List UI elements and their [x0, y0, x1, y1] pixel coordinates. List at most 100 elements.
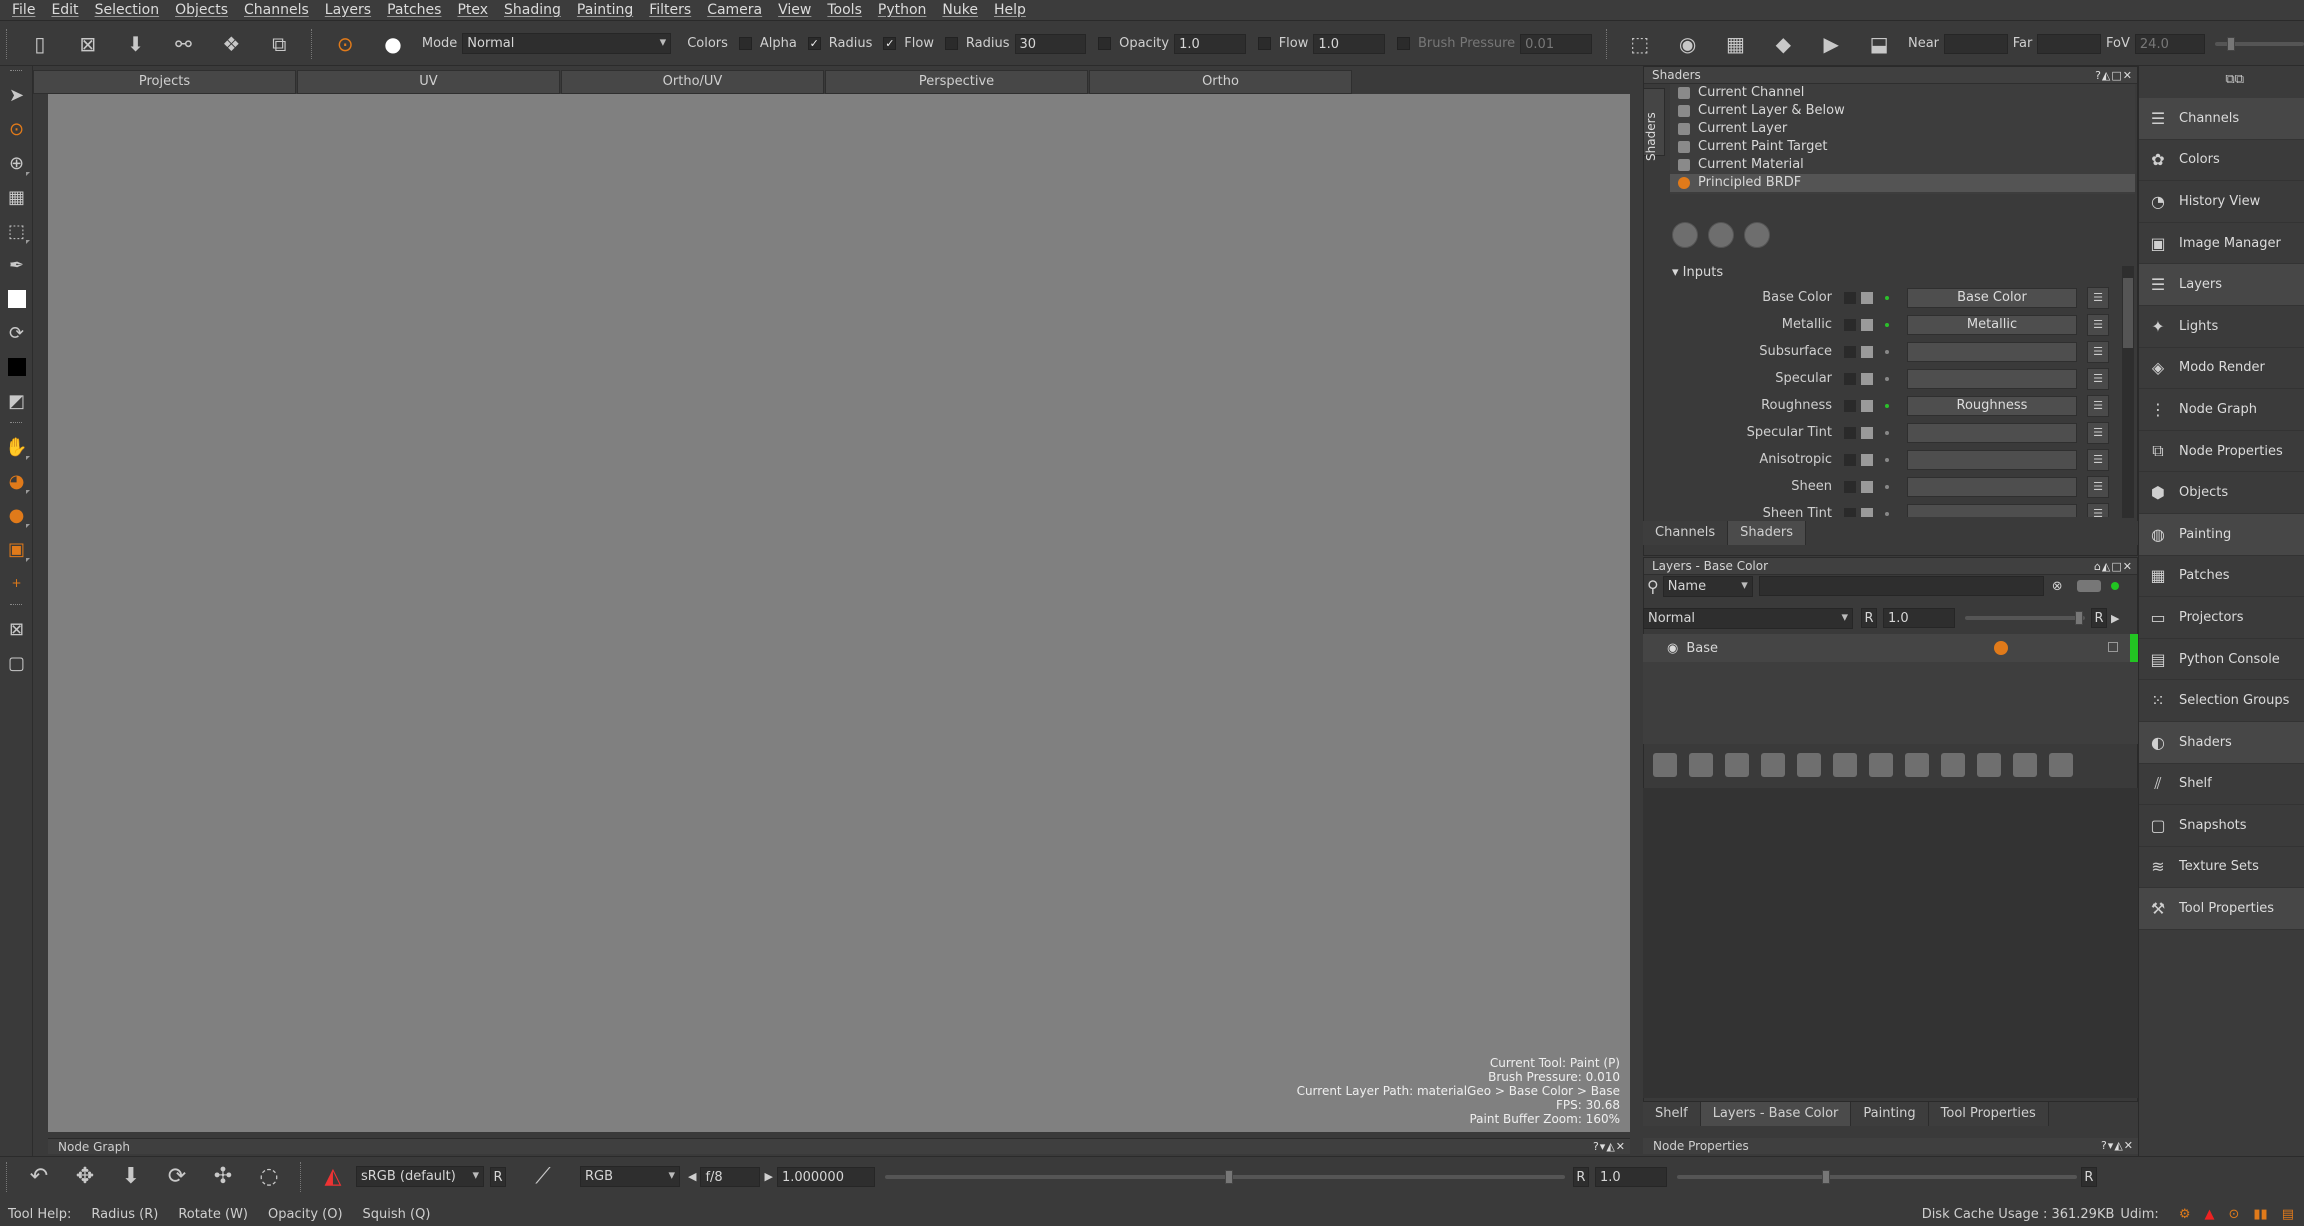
camera-icon[interactable]: ◉ — [1675, 31, 1701, 57]
shaders-panel-header[interactable]: Shaders ?◭□✕ — [1644, 67, 2137, 84]
sidebar-item-image-manager[interactable]: ▣ Image Manager — [2139, 223, 2304, 265]
mode-select[interactable]: Normal — [462, 33, 672, 54]
menu-selection[interactable]: Selection — [95, 2, 160, 18]
input-channel-field[interactable] — [1907, 503, 2077, 517]
input-channel-field[interactable]: Metallic — [1907, 314, 2077, 335]
remove-shader-icon[interactable] — [1744, 222, 1770, 248]
add-paint-layer-icon[interactable] — [1653, 753, 1677, 777]
far-input[interactable] — [2037, 33, 2102, 54]
opacity-checkbox[interactable] — [1098, 37, 1112, 50]
color-wheel-icon[interactable]: ◭ — [318, 1162, 348, 1192]
input-options-icon[interactable]: ☰ — [2087, 421, 2109, 444]
sidebar-item-selection-groups[interactable]: ⁙ Selection Groups — [2139, 680, 2304, 722]
select-tool-icon[interactable]: ➤ — [0, 78, 33, 112]
input-toggle[interactable] — [1861, 372, 1873, 385]
stats-icon[interactable]: ▮▮ — [2253, 1207, 2267, 1222]
exposure-slider[interactable] — [884, 1169, 1565, 1184]
input-toggle[interactable] — [1861, 318, 1873, 331]
flow2-checkbox[interactable] — [1257, 37, 1271, 50]
input-toggle[interactable] — [1861, 507, 1873, 517]
menu-shading[interactable]: Shading — [504, 2, 561, 18]
gamma-slider-knob[interactable] — [1821, 1169, 1830, 1184]
shader-item-current-material[interactable]: Current Material — [1670, 156, 2135, 174]
add-mask-icon[interactable] — [1797, 753, 1821, 777]
fov-slider-knob[interactable] — [2226, 36, 2235, 51]
node-properties-panel-header[interactable]: Node Properties ?▾◭✕ — [1643, 1138, 2138, 1154]
layer-opacity-knob[interactable] — [2075, 611, 2083, 625]
checker-icon[interactable]: ▦ — [1723, 31, 1749, 57]
opacity-reset-button[interactable]: R — [1861, 608, 1877, 628]
menu-view[interactable]: View — [778, 2, 811, 18]
menu-objects[interactable]: Objects — [175, 2, 228, 18]
colorspace-r-button[interactable]: R — [490, 1166, 506, 1187]
layer-r-button[interactable]: R — [2091, 608, 2107, 628]
channel-select[interactable]: RGB — [580, 1166, 680, 1187]
brush-pressure-checkbox[interactable] — [1397, 37, 1410, 50]
input-options-icon[interactable]: ☰ — [2087, 286, 2109, 309]
fov-input[interactable]: 24.0 — [2134, 33, 2205, 54]
layer-opacity-input[interactable]: 1.0 — [1883, 608, 1955, 628]
tab-ortho-uv[interactable]: Ortho/UV — [561, 70, 824, 94]
cube-icon[interactable]: ⬚ — [1627, 31, 1653, 57]
sidebar-item-python-console[interactable]: ▤ Python Console — [2139, 639, 2304, 681]
background-color-swatch[interactable] — [0, 350, 33, 384]
bottom-r-button[interactable]: R — [2080, 1166, 2097, 1187]
shader-item-current-paint-target[interactable]: Current Paint Target — [1670, 138, 2135, 156]
scale-icon[interactable]: ✣ — [208, 1162, 238, 1192]
exposure-slider-knob[interactable] — [1224, 1169, 1233, 1184]
clone-tool-icon[interactable]: ⊕ — [0, 146, 33, 180]
menu-python[interactable]: Python — [878, 2, 927, 18]
layer-play-icon[interactable]: ▶ — [2111, 612, 2119, 625]
shader-item-current-channel[interactable]: Current Channel — [1670, 84, 2135, 102]
alpha-checkbox[interactable] — [738, 37, 752, 50]
render-view-icon[interactable]: ▶ — [1818, 31, 1844, 57]
flatten-icon[interactable] — [1941, 753, 1965, 777]
input-channel-field[interactable] — [1907, 368, 2077, 389]
sidebar-item-painting[interactable]: ◍ Painting — [2139, 513, 2304, 556]
menu-help[interactable]: Help — [994, 2, 1026, 18]
add-shader-icon[interactable] — [1672, 222, 1698, 248]
input-channel-field[interactable]: Base Color — [1907, 287, 2077, 308]
gamma-input[interactable]: 1.0 — [1594, 1166, 1667, 1187]
tab-uv[interactable]: UV — [297, 70, 560, 94]
input-options-icon[interactable]: ☰ — [2087, 340, 2109, 363]
input-channel-field[interactable] — [1907, 449, 2077, 470]
menu-tools[interactable]: Tools — [827, 2, 862, 18]
add-adjustment-icon[interactable] — [1725, 753, 1749, 777]
sidebar-item-objects[interactable]: ⬢ Objects — [2139, 472, 2304, 514]
sidebar-item-tool-properties[interactable]: ⚒ Tool Properties — [2139, 888, 2304, 930]
sidebar-item-node-graph[interactable]: ⋮ Node Graph — [2139, 389, 2304, 431]
menu-filters[interactable]: Filters — [649, 2, 691, 18]
menu-patches[interactable]: Patches — [387, 2, 441, 18]
sidebar-item-shelf[interactable]: ⫽ Shelf — [2139, 764, 2304, 806]
fstop-input[interactable]: f/8 — [700, 1166, 761, 1187]
flow-checkbox[interactable]: ✓ — [883, 37, 897, 50]
input-options-icon[interactable]: ☰ — [2087, 367, 2109, 390]
patch-icon[interactable]: ❖ — [218, 31, 244, 57]
brush-icon[interactable]: ● — [380, 31, 406, 57]
sidebar-item-modo-render[interactable]: ◈ Modo Render — [2139, 348, 2304, 390]
record-icon[interactable]: ⊙ — [2228, 1207, 2239, 1222]
sidebar-item-projectors[interactable]: ▭ Projectors — [2139, 597, 2304, 639]
input-swatch[interactable] — [1844, 318, 1856, 331]
opacity-input[interactable]: 1.0 — [1174, 33, 1246, 54]
shader-item-current-layer[interactable]: Current Layer — [1670, 120, 2135, 138]
duplicate-shader-icon[interactable] — [1708, 222, 1734, 248]
input-options-icon[interactable]: ☰ — [2087, 394, 2109, 417]
lock-icon[interactable] — [2108, 642, 2118, 652]
add-image-icon[interactable] — [1833, 753, 1857, 777]
gamma-slider[interactable] — [1676, 1169, 2077, 1184]
foreground-color-swatch[interactable] — [0, 282, 33, 316]
new-file-icon[interactable]: ▯ — [27, 31, 53, 57]
input-swatch[interactable] — [1844, 507, 1856, 517]
input-swatch[interactable] — [1844, 426, 1856, 439]
radius-input[interactable]: 30 — [1014, 33, 1087, 54]
fstop-next-icon[interactable]: ▶ — [764, 1170, 772, 1183]
input-channel-field[interactable] — [1907, 476, 2077, 497]
inputs-scrollbar-thumb[interactable] — [2123, 278, 2133, 348]
sidebar-item-shaders[interactable]: ◐ Shaders — [2139, 721, 2304, 764]
log-icon[interactable]: ▤ — [2282, 1207, 2294, 1222]
node-graph-panel-header[interactable]: Node Graph ?▾◭✕ — [48, 1138, 1630, 1154]
shaders-vertical-tab[interactable]: Shaders — [1643, 88, 1665, 161]
menu-layers[interactable]: Layers — [325, 2, 371, 18]
